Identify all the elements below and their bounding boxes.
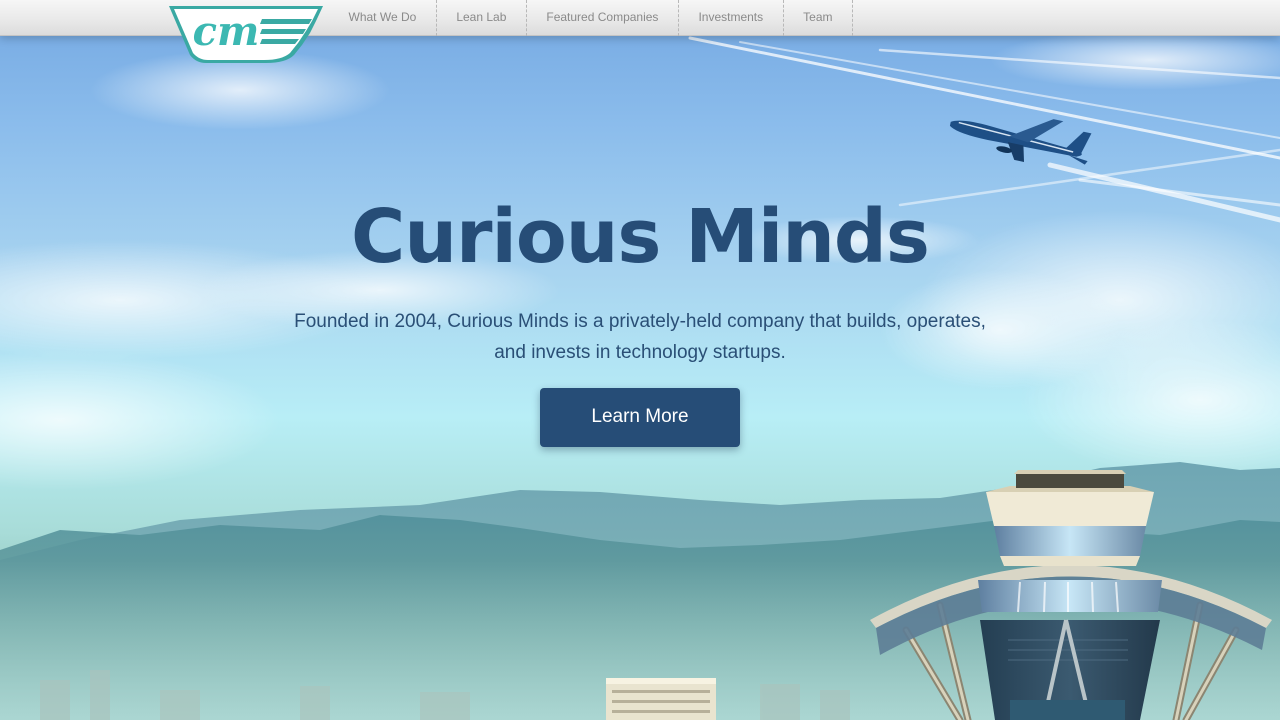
- learn-more-button[interactable]: Learn More: [540, 388, 740, 447]
- main-nav: What We Do Lean Lab Featured Companies I…: [329, 0, 853, 36]
- page-title: Curious Minds: [351, 194, 930, 280]
- nav-item-investments[interactable]: Investments: [679, 0, 784, 36]
- hero-subtitle: Founded in 2004, Curious Minds is a priv…: [280, 306, 1000, 368]
- logo-text: cm: [193, 8, 260, 55]
- hero-subtitle-line-1: Founded in 2004, Curious Minds is a priv…: [294, 311, 986, 332]
- nav-item-what-we-do[interactable]: What We Do: [329, 0, 437, 36]
- hero-content: Curious Minds Founded in 2004, Curious M…: [0, 0, 1280, 720]
- nav-item-lean-lab[interactable]: Lean Lab: [437, 0, 527, 36]
- hero-subtitle-line-2: and invests in technology startups.: [494, 342, 786, 363]
- nav-item-team[interactable]: Team: [784, 0, 853, 36]
- brand-logo[interactable]: cm: [166, 3, 326, 67]
- nav-item-featured-companies[interactable]: Featured Companies: [527, 0, 679, 36]
- winged-logo-icon: cm: [169, 6, 323, 63]
